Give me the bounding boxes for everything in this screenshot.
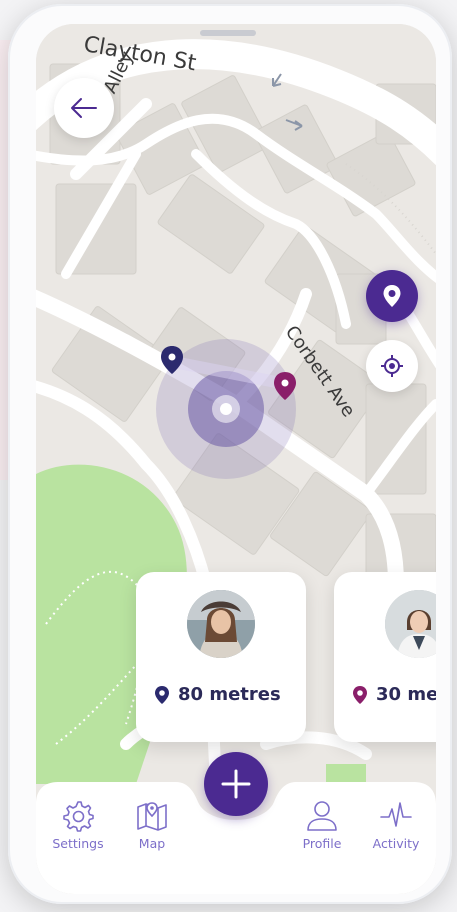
locate-me-button[interactable] (366, 340, 418, 392)
location-pin-icon (155, 685, 169, 704)
location-pin-icon (383, 285, 401, 307)
arrow-left-icon (71, 98, 97, 118)
friend-card[interactable]: 80 metres (136, 572, 306, 742)
tab-map[interactable]: Map (110, 782, 194, 851)
location-pin-icon (353, 685, 367, 704)
distance-label: 80 metres (154, 684, 281, 705)
crosshair-icon (381, 355, 403, 377)
app-screen: Clayton St Iron Alley Corbett Ave 80 met… (36, 24, 436, 894)
user-icon (307, 801, 337, 831)
gear-icon (63, 801, 94, 832)
tab-settings[interactable]: Settings (36, 782, 120, 851)
tab-settings-label: Settings (52, 836, 104, 851)
tab-activity-label: Activity (372, 836, 420, 851)
avatar (385, 590, 436, 658)
friend-card[interactable]: 30 me (334, 572, 436, 742)
tab-activity[interactable]: Activity (354, 782, 436, 851)
tab-profile[interactable]: Profile (280, 782, 364, 851)
add-button[interactable] (204, 752, 268, 816)
back-button[interactable] (54, 78, 114, 138)
pulse-icon (380, 802, 412, 827)
distance-text: 30 me (376, 684, 436, 705)
plus-icon (221, 769, 251, 799)
phone-frame: Clayton St Iron Alley Corbett Ave 80 met… (8, 4, 452, 904)
drop-pin-button[interactable] (366, 270, 418, 322)
tab-profile-label: Profile (302, 836, 342, 851)
tab-map-label: Map (138, 836, 166, 851)
distance-text: 80 metres (178, 684, 281, 705)
avatar (187, 590, 255, 658)
speaker-notch (200, 30, 256, 36)
map-icon (137, 802, 167, 831)
distance-label: 30 me (352, 684, 436, 705)
